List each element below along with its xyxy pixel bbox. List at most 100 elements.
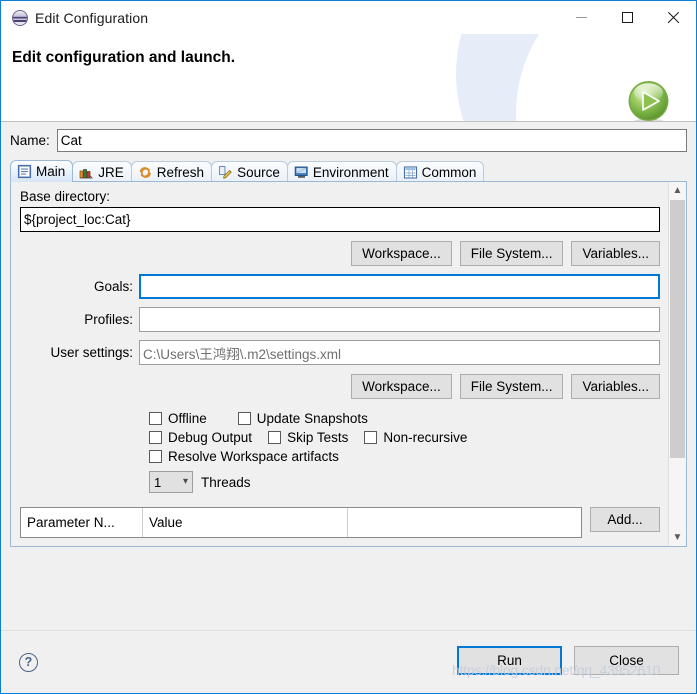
name-row: Name: xyxy=(10,129,687,152)
resolve-workspace-artifacts-checkbox[interactable]: Resolve Workspace artifacts xyxy=(149,449,339,464)
profiles-label: Profiles: xyxy=(84,312,133,327)
source-pencil-icon xyxy=(218,165,233,180)
base-directory-label: Base directory: xyxy=(20,189,111,204)
user-settings-buttons: Workspace... File System... Variables... xyxy=(20,374,660,399)
base-directory-buttons: Workspace... File System... Variables... xyxy=(20,241,660,266)
variables-button[interactable]: Variables... xyxy=(571,241,660,266)
checkbox-label: Resolve Workspace artifacts xyxy=(168,449,339,464)
checkbox-label: Debug Output xyxy=(168,430,253,445)
checkbox-row-2: Debug Output Skip Tests Non-recursive xyxy=(149,430,660,445)
close-button-footer[interactable]: Close xyxy=(574,646,679,675)
tab-jre[interactable]: JRE xyxy=(72,161,132,182)
dialog-body: Name: Main xyxy=(1,122,696,630)
parameters-table[interactable]: Parameter N... Value xyxy=(20,507,582,538)
tab-label: Refresh xyxy=(156,164,205,180)
threads-dropdown[interactable]: 1 ▾ xyxy=(149,471,193,493)
tab-environment[interactable]: Environment xyxy=(286,161,397,182)
parameters-row: Parameter N... Value Add... xyxy=(20,507,660,538)
profiles-input[interactable] xyxy=(139,307,660,332)
tab-strip: Main JRE Refresh Source Environment Comm… xyxy=(10,160,687,182)
common-table-icon xyxy=(403,165,418,180)
main-tab-panel: Base directory: Workspace... File System… xyxy=(10,182,687,547)
workspace-button-2[interactable]: Workspace... xyxy=(351,374,452,399)
goals-label: Goals: xyxy=(93,279,133,294)
tab-label: Main xyxy=(36,164,66,179)
checkbox-label: Update Snapshots xyxy=(256,411,368,426)
green-run-play-icon xyxy=(626,80,671,121)
checkbox-box-icon xyxy=(237,412,251,425)
update-snapshots-checkbox[interactable]: Update Snapshots xyxy=(237,411,368,426)
question-mark-help-icon[interactable]: ? xyxy=(19,652,38,672)
tab-label: Environment xyxy=(312,164,389,180)
workspace-button[interactable]: Workspace... xyxy=(351,241,452,266)
name-input[interactable] xyxy=(56,129,687,152)
minimize-icon xyxy=(575,17,587,18)
chevron-up-icon[interactable]: ▲ xyxy=(669,182,686,199)
maximize-button[interactable] xyxy=(604,1,650,34)
checkbox-box-icon xyxy=(268,431,282,444)
checkbox-row-3: Resolve Workspace artifacts xyxy=(149,449,660,464)
file-system-button[interactable]: File System... xyxy=(459,241,564,266)
add-parameter-button[interactable]: Add... xyxy=(590,507,660,532)
non-recursive-checkbox[interactable]: Non-recursive xyxy=(364,430,467,445)
close-icon xyxy=(667,11,680,24)
close-button[interactable] xyxy=(650,1,696,34)
skip-tests-checkbox[interactable]: Skip Tests xyxy=(268,430,348,445)
column-header-blank[interactable] xyxy=(348,508,581,537)
dialog-footer: ? Run Close xyxy=(1,630,696,693)
offline-checkbox[interactable]: Offline xyxy=(149,411,207,426)
user-settings-row: User settings: xyxy=(20,340,660,365)
checkbox-box-icon xyxy=(364,431,378,444)
profiles-row: Profiles: xyxy=(20,307,660,332)
checkbox-box-icon xyxy=(149,431,162,444)
dialog-banner: Edit configuration and launch. xyxy=(1,34,696,122)
checkbox-box-icon xyxy=(149,412,162,425)
column-header-value[interactable]: Value xyxy=(143,508,348,537)
tab-label: Source xyxy=(237,164,280,180)
file-system-button-2[interactable]: File System... xyxy=(459,374,564,399)
checkbox-label: Offline xyxy=(168,411,207,426)
eclipse-sphere-icon xyxy=(12,9,28,26)
checkbox-box-icon xyxy=(149,450,162,463)
chevron-down-icon[interactable]: ▼ xyxy=(669,529,686,546)
title-bar: Edit Configuration xyxy=(1,1,696,34)
tab-refresh[interactable]: Refresh xyxy=(130,161,213,182)
user-settings-input[interactable] xyxy=(139,340,660,365)
page-title: Edit configuration and launch. xyxy=(12,49,236,66)
main-clipboard-icon xyxy=(17,164,32,179)
tab-main[interactable]: Main xyxy=(10,160,74,182)
edit-configuration-dialog: Edit Configuration Edit configuration an… xyxy=(0,0,697,694)
maximize-icon xyxy=(621,12,633,23)
minimize-button[interactable] xyxy=(558,1,604,34)
user-settings-label: User settings: xyxy=(50,345,133,360)
jre-books-icon xyxy=(79,165,94,180)
chevron-down-icon: ▾ xyxy=(182,476,188,487)
scrollbar-thumb[interactable] xyxy=(670,200,685,458)
threads-value: 1 xyxy=(154,474,162,490)
option-checkboxes: Offline Update Snapshots Debug Output Sk… xyxy=(20,411,660,464)
goals-row: Goals: xyxy=(20,274,660,299)
footer-buttons: Run Close xyxy=(457,646,679,675)
goals-input[interactable] xyxy=(139,274,660,299)
base-directory-input[interactable] xyxy=(20,207,660,232)
name-label: Name: xyxy=(10,133,50,148)
checkbox-row-1: Offline Update Snapshots xyxy=(149,411,660,426)
window-title: Edit Configuration xyxy=(35,9,149,26)
environment-icon xyxy=(294,165,309,180)
tab-common[interactable]: Common xyxy=(395,161,485,182)
checkbox-label: Non-recursive xyxy=(383,430,468,445)
vertical-scrollbar[interactable]: ▲ ▼ xyxy=(668,182,686,546)
tab-label: JRE xyxy=(98,164,124,180)
refresh-arrows-icon xyxy=(138,165,153,180)
threads-label: Threads xyxy=(201,474,251,490)
variables-button-2[interactable]: Variables... xyxy=(571,374,660,399)
column-header-parameter-name[interactable]: Parameter N... xyxy=(21,508,143,537)
main-tab-scroll-content: Base directory: Workspace... File System… xyxy=(11,182,669,546)
tab-label: Common xyxy=(421,164,477,180)
threads-row: 1 ▾ Threads xyxy=(20,471,660,493)
tab-source[interactable]: Source xyxy=(211,161,288,182)
checkbox-label: Skip Tests xyxy=(287,430,349,445)
run-button[interactable]: Run xyxy=(457,646,562,675)
window-controls xyxy=(558,1,696,34)
debug-output-checkbox[interactable]: Debug Output xyxy=(149,430,252,445)
